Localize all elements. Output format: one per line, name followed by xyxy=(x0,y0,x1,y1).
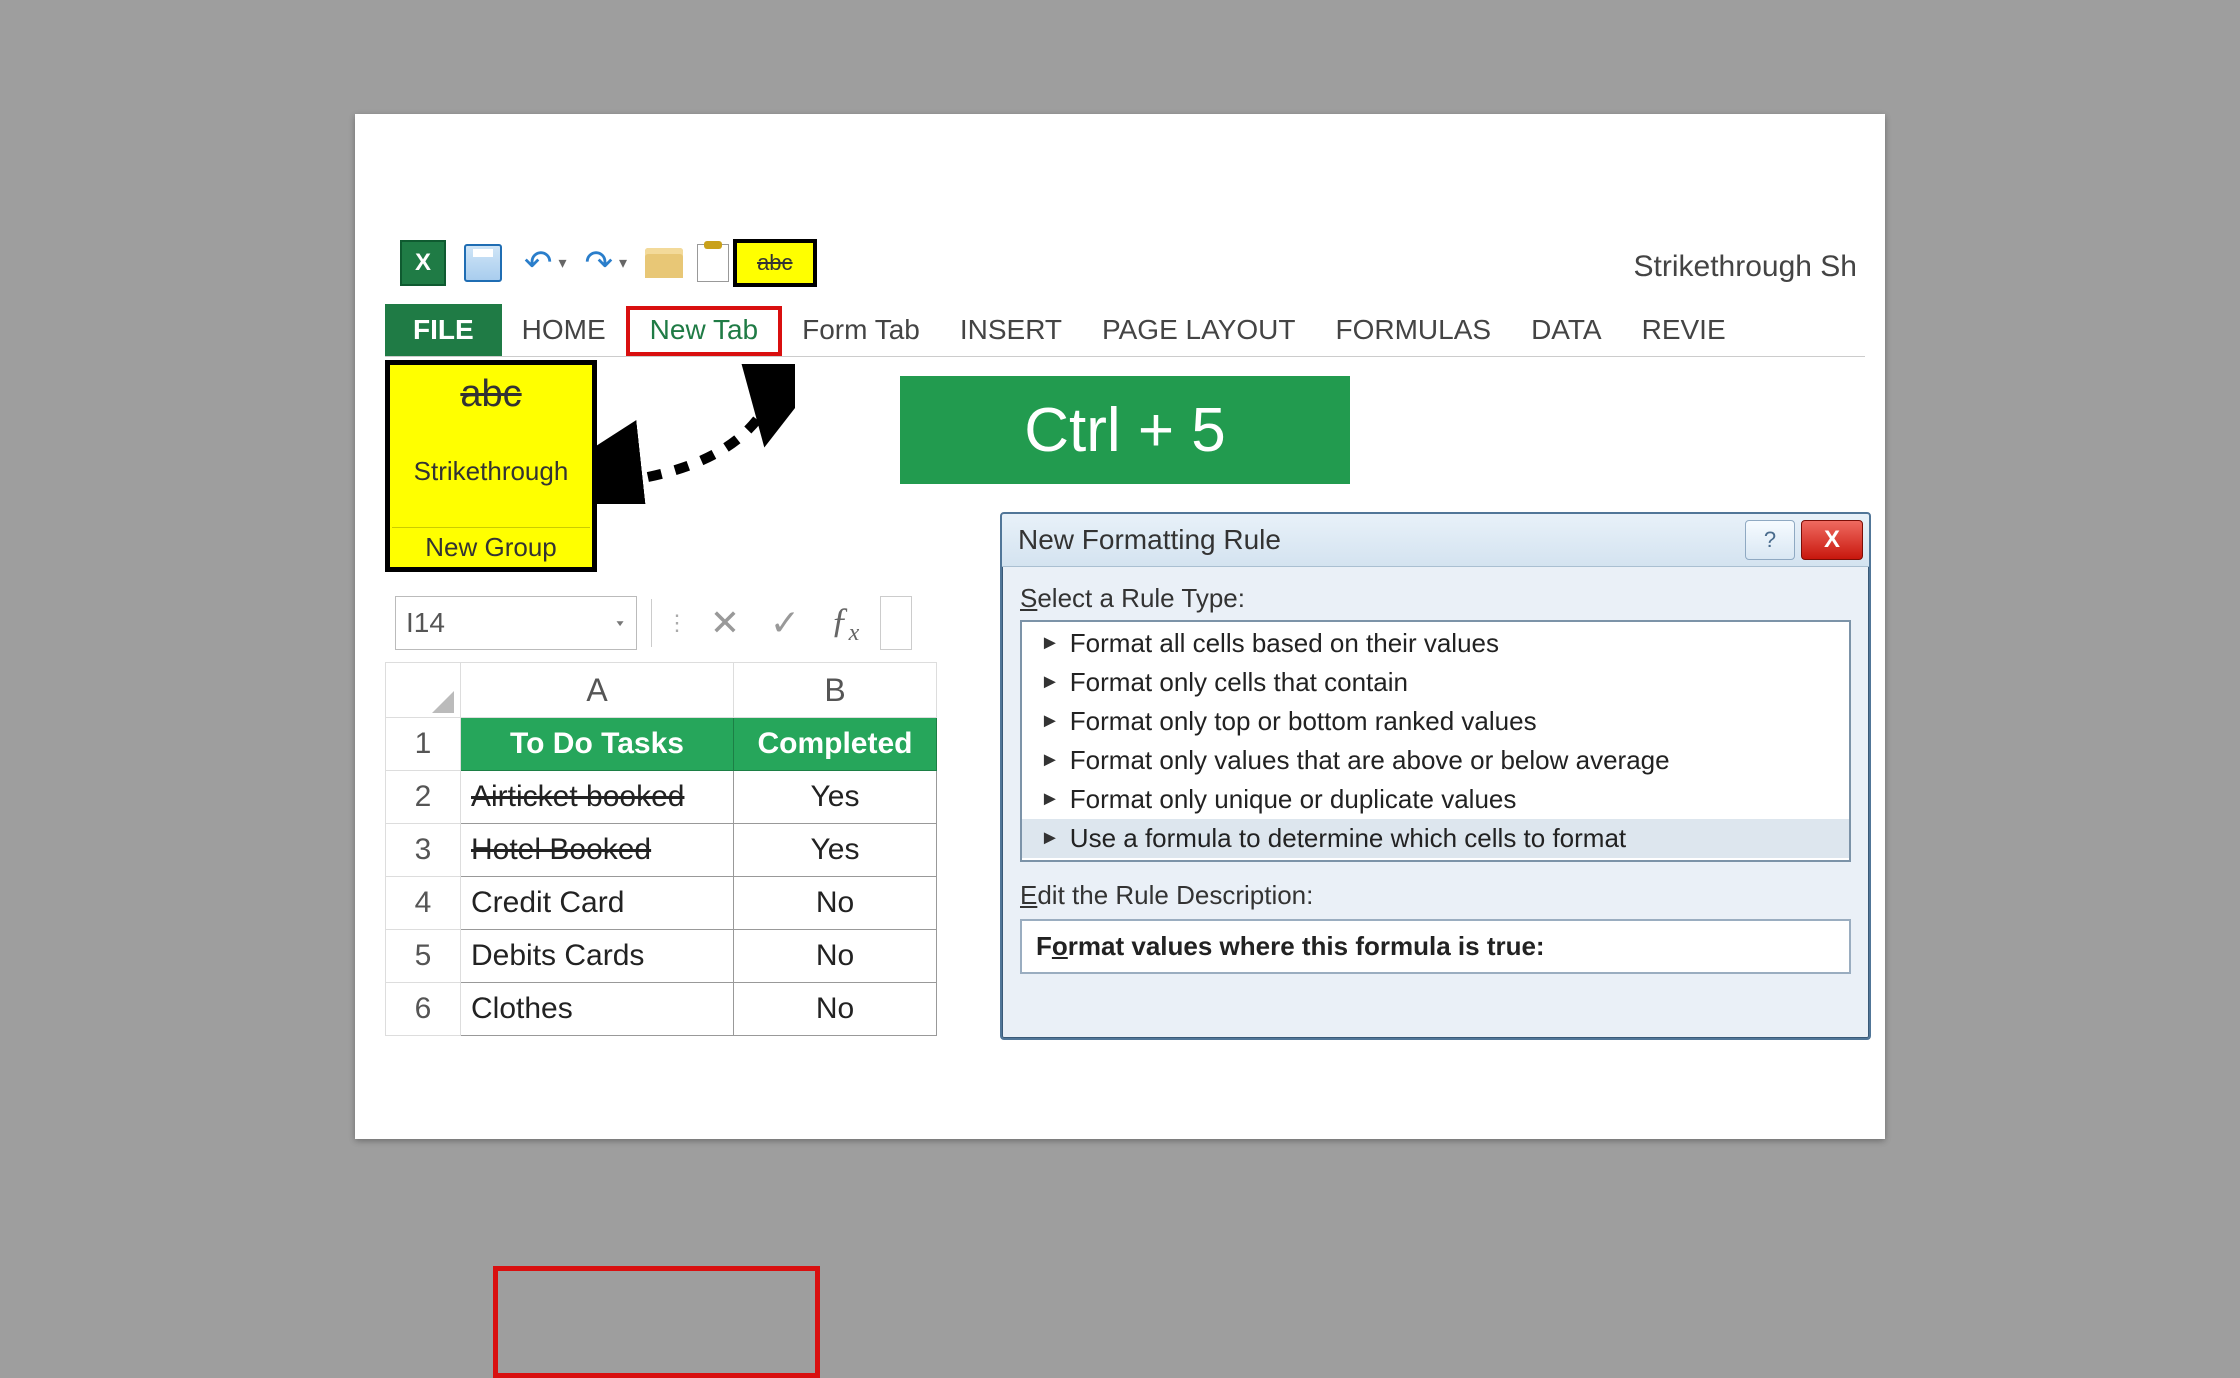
name-box[interactable]: I14 ▼ xyxy=(395,596,637,650)
annotation-red-box xyxy=(493,1266,820,1378)
rule-type-list: ►Format all cells based on their values … xyxy=(1020,620,1851,862)
separator xyxy=(651,599,652,647)
cell-B6[interactable]: No xyxy=(734,983,937,1036)
paste-icon[interactable] xyxy=(697,244,729,282)
strikethrough-qat-button[interactable]: abc xyxy=(733,239,816,287)
rule-type-option[interactable]: ►Format only values that are above or be… xyxy=(1022,741,1849,780)
cell-A2[interactable]: Airticket booked xyxy=(461,771,734,824)
redo-icon[interactable]: ↷ xyxy=(585,243,614,283)
rule-type-option[interactable]: ►Format only cells that contain xyxy=(1022,663,1849,702)
rule-type-option[interactable]: ►Format only unique or duplicate values xyxy=(1022,780,1849,819)
tab-formulas[interactable]: FORMULAS xyxy=(1316,306,1512,356)
save-icon[interactable] xyxy=(464,244,502,282)
ribbon-tabs: FILE HOME New Tab Form Tab INSERT PAGE L… xyxy=(385,300,1865,357)
document-title: Strikethrough Sh xyxy=(1634,250,1857,284)
cell-B1[interactable]: Completed xyxy=(734,718,937,771)
cell-A5[interactable]: Debits Cards xyxy=(461,930,734,983)
excel-logo-icon: X xyxy=(400,240,446,286)
cell-B2[interactable]: Yes xyxy=(734,771,937,824)
tab-form-tab[interactable]: Form Tab xyxy=(782,306,940,356)
annotation-arrow-icon xyxy=(595,364,795,504)
dialog-title: New Formatting Rule xyxy=(1018,524,1281,556)
column-header-B[interactable]: B xyxy=(734,663,937,718)
stage: X ↶ ▾ ↷ ▾ abc Strikethrough Sh FILE HOME… xyxy=(355,114,1885,1139)
tab-file[interactable]: FILE xyxy=(385,304,502,356)
tab-new-tab[interactable]: New Tab xyxy=(626,306,782,356)
rule-type-option[interactable]: ►Format all cells based on their values xyxy=(1022,624,1849,663)
column-header-A[interactable]: A xyxy=(461,663,734,718)
row-header-6[interactable]: 6 xyxy=(386,983,461,1036)
name-box-caret-icon: ▼ xyxy=(614,618,626,628)
row-header-3[interactable]: 3 xyxy=(386,824,461,877)
shortcut-callout: Ctrl + 5 xyxy=(900,376,1350,484)
cell-B5[interactable]: No xyxy=(734,930,937,983)
cell-B4[interactable]: No xyxy=(734,877,937,930)
dialog-help-button[interactable]: ? xyxy=(1745,520,1795,560)
bullet-icon: ► xyxy=(1040,632,1060,655)
new-formatting-rule-dialog: New Formatting Rule ? X Select a Rule Ty… xyxy=(1000,512,1871,1040)
undo-dropdown-caret-icon[interactable]: ▾ xyxy=(559,253,567,273)
tab-data[interactable]: DATA xyxy=(1511,306,1622,356)
bullet-icon: ► xyxy=(1040,827,1060,850)
dialog-body: Select a Rule Type: ►Format all cells ba… xyxy=(1002,567,1869,990)
select-all-corner[interactable] xyxy=(386,663,461,718)
bullet-icon: ► xyxy=(1040,710,1060,733)
formula-bar: I14 ▼ ⋮ ✕ ✓ ƒx xyxy=(395,596,912,650)
fx-icon[interactable]: ƒx xyxy=(820,598,870,648)
bullet-icon: ► xyxy=(1040,749,1060,772)
quick-access-toolbar: X ↶ ▾ ↷ ▾ abc xyxy=(400,234,817,292)
rule-type-option[interactable]: ►Format only top or bottom ranked values xyxy=(1022,702,1849,741)
tab-review[interactable]: REVIE xyxy=(1622,306,1746,356)
cell-A6[interactable]: Clothes xyxy=(461,983,734,1036)
handle-dots-icon: ⋮ xyxy=(666,610,690,636)
formula-input[interactable] xyxy=(880,596,912,650)
bullet-icon: ► xyxy=(1040,788,1060,811)
row-header-2[interactable]: 2 xyxy=(386,771,461,824)
tab-insert[interactable]: INSERT xyxy=(940,306,1082,356)
spreadsheet: A B 1 To Do Tasks Completed 2 Airticket … xyxy=(385,662,1005,1036)
new-group-label: New Group xyxy=(392,527,590,563)
cell-A4[interactable]: Credit Card xyxy=(461,877,734,930)
row-header-5[interactable]: 5 xyxy=(386,930,461,983)
dialog-title-bar: New Formatting Rule ? X xyxy=(1002,514,1869,567)
row-header-4[interactable]: 4 xyxy=(386,877,461,930)
tab-page-layout[interactable]: PAGE LAYOUT xyxy=(1082,306,1315,356)
rule-type-option-selected[interactable]: ►Use a formula to determine which cells … xyxy=(1022,819,1849,858)
strikethrough-label: Strikethrough xyxy=(414,456,569,487)
bullet-icon: ► xyxy=(1040,671,1060,694)
cell-A1[interactable]: To Do Tasks xyxy=(461,718,734,771)
strikethrough-chip-text: abc xyxy=(757,250,792,276)
rule-description-label: Edit the Rule Description: xyxy=(1020,880,1851,911)
strikethrough-icon: abc xyxy=(460,373,521,416)
redo-dropdown-caret-icon[interactable]: ▾ xyxy=(619,253,627,273)
undo-icon[interactable]: ↶ xyxy=(524,243,553,283)
rule-description-box: Format values where this formula is true… xyxy=(1020,919,1851,974)
name-box-value: I14 xyxy=(406,607,445,639)
strikethrough-ribbon-group[interactable]: abc Strikethrough New Group xyxy=(385,360,597,572)
rule-type-section-label: Select a Rule Type: xyxy=(1020,583,1851,614)
cell-A3[interactable]: Hotel Booked xyxy=(461,824,734,877)
cancel-icon[interactable]: ✕ xyxy=(700,598,750,648)
row-header-1[interactable]: 1 xyxy=(386,718,461,771)
enter-icon[interactable]: ✓ xyxy=(760,598,810,648)
tab-home[interactable]: HOME xyxy=(502,306,626,356)
open-folder-icon[interactable] xyxy=(645,248,683,278)
cell-B3[interactable]: Yes xyxy=(734,824,937,877)
dialog-close-button[interactable]: X xyxy=(1801,520,1863,560)
